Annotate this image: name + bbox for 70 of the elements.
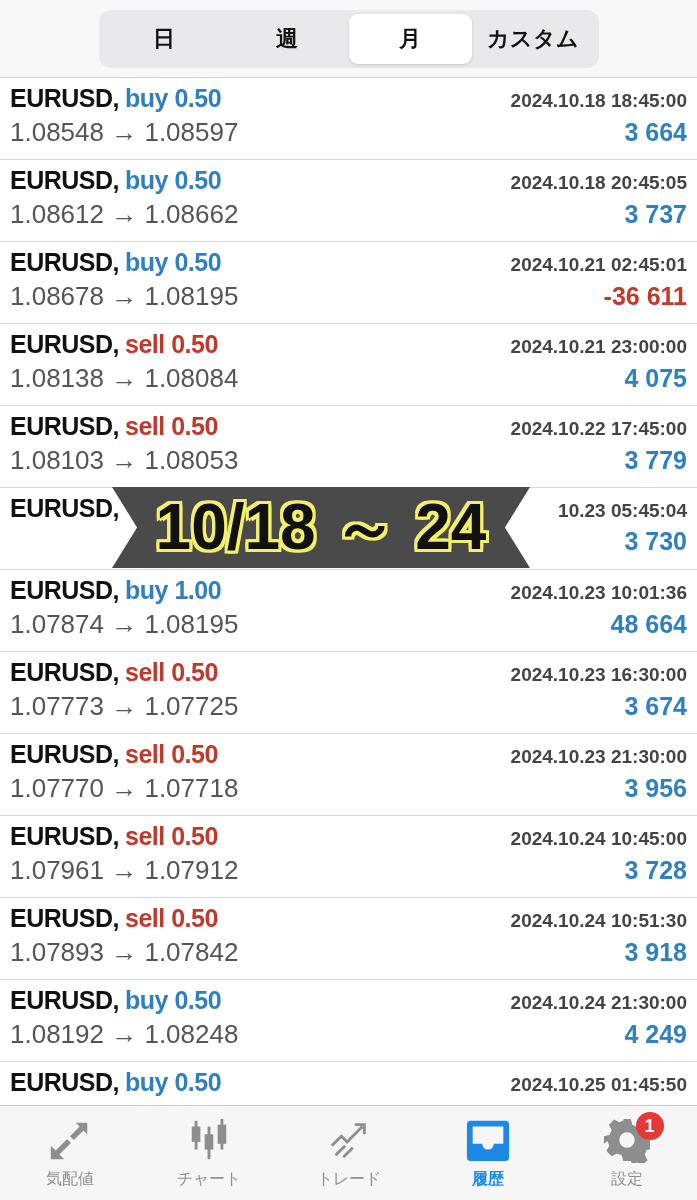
trade-time: 2024.10.18 20:45:05	[510, 172, 687, 194]
nav-tab[interactable]: 気配値	[0, 1106, 140, 1200]
trade-time: 2024.10.24 10:51:30	[510, 910, 687, 932]
trade-time: 2024.10.22 17:45:00	[510, 418, 687, 440]
price-range: 1.08612 → 1.08662	[10, 199, 239, 229]
profit-amount: 3 730	[624, 527, 687, 556]
profit-amount: 3 918	[624, 938, 687, 967]
order-label: buy 0.50	[125, 986, 222, 1014]
trade-time: 2024.10.23 21:30:00	[510, 746, 687, 768]
profit-amount: 3 779	[624, 446, 687, 475]
order-label: buy 0.50	[125, 166, 222, 194]
profit-amount: 4 075	[624, 364, 687, 393]
price-range: 1.08548 → 1.08597	[10, 117, 239, 147]
order-label: sell 0.50	[125, 330, 218, 358]
profit-amount: 3 664	[624, 118, 687, 147]
price-range: 1.07874 → 1.08195	[10, 609, 239, 639]
profit-amount: 48 664	[610, 610, 687, 639]
order-label: sell 0.50	[125, 658, 218, 686]
trade-time: 2024.10.24 21:30:00	[510, 992, 687, 1014]
nav-tab[interactable]: トレード	[278, 1106, 419, 1200]
symbol-label: EURUSD,	[10, 1068, 119, 1096]
profit-amount: 3 956	[624, 774, 687, 803]
trade-time: 2024.10.23 10:01:36	[510, 582, 687, 604]
order-label: buy 0.50	[125, 1068, 222, 1096]
profit-amount: 3 728	[624, 856, 687, 885]
profit-amount: -36 611	[603, 282, 687, 311]
symbol-label: EURUSD,	[10, 822, 119, 850]
profit-amount: 3 674	[624, 692, 687, 721]
symbol-label: EURUSD,	[10, 412, 119, 440]
symbol-label: EURUSD,	[10, 576, 119, 604]
period-tab[interactable]: 週	[225, 13, 349, 64]
trade-time: 2024.10.25 01:45:50	[510, 1074, 687, 1096]
symbol-label: EURUSD,	[10, 904, 119, 932]
notification-badge: 1	[635, 1112, 664, 1140]
period-tab[interactable]: 日	[102, 13, 226, 64]
profit-amount: 3 737	[624, 200, 687, 229]
symbol-label: EURUSD,	[10, 166, 119, 194]
symbol-label: EURUSD,	[10, 84, 119, 112]
order-label: sell 0.50	[125, 740, 218, 768]
symbol-label: EURUSD,	[10, 330, 119, 358]
nav-tab[interactable]: チャート	[139, 1106, 279, 1200]
price-range: 1.07893 → 1.07842	[10, 937, 239, 967]
symbol-label: EURUSD,	[10, 658, 119, 686]
price-range: 1.07961 → 1.07912	[10, 855, 239, 885]
price-range: 1.07770 → 1.07718	[10, 773, 239, 803]
order-label: sell 0.50	[125, 904, 218, 932]
profit-amount: 4 249	[624, 1020, 687, 1049]
trade-time: 2024.10.21 02:45:01	[510, 254, 687, 276]
order-label: buy 0.50	[125, 84, 222, 112]
symbol-label: EURUSD,	[10, 248, 119, 276]
period-tab[interactable]: カスタム	[471, 13, 595, 64]
trade-time: 2024.10.24 10:45:00	[510, 828, 687, 850]
order-label: buy 0.50	[125, 248, 222, 276]
symbol-label: EURUSD,	[10, 740, 119, 768]
price-range: 1.08103 → 1.08053	[10, 445, 239, 475]
price-range: 1.08678 → 1.08195	[10, 281, 239, 311]
price-range: 1.08138 → 1.08084	[10, 363, 239, 393]
trade-time: 2024.10.21 23:00:00	[510, 336, 687, 358]
nav-tab[interactable]: 設定 1	[557, 1106, 697, 1200]
price-range: 1.07773 → 1.07725	[10, 691, 239, 721]
order-label: sell 0.50	[125, 822, 218, 850]
trade-time: 10.23 05:45:04	[558, 500, 687, 522]
nav-tab[interactable]: 履歴	[418, 1106, 558, 1200]
order-label: buy 1.00	[125, 576, 222, 604]
trade-time: 2024.10.23 16:30:00	[510, 664, 687, 686]
order-label: sell 0.50	[125, 412, 218, 440]
trade-time: 2024.10.18 18:45:00	[510, 90, 687, 112]
symbol-label: EURUSD,	[10, 986, 119, 1014]
price-range: 1.08192 → 1.08248	[10, 1019, 239, 1049]
period-tab[interactable]: 月	[348, 13, 472, 64]
